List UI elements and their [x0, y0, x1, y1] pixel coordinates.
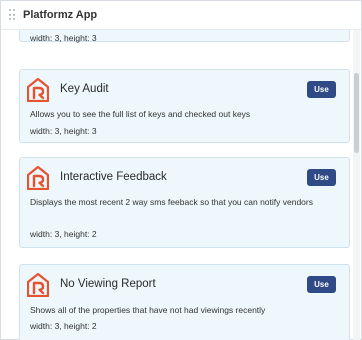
widget-description: Allows you to see the full list of keys …: [30, 109, 251, 119]
widget-card-interactive-feedback: Interactive Feedback Use Displays the mo…: [19, 157, 350, 248]
platformz-logo-icon: [27, 166, 49, 190]
widget-size: width: 3, height: 3: [30, 126, 97, 136]
widget-card-key-audit: Key Audit Use Allows you to see the full…: [19, 69, 350, 143]
widget-description: Displays the most recent 2 way sms feeba…: [30, 197, 313, 207]
widget-name: No Viewing Report: [60, 278, 156, 290]
widget-name: Interactive Feedback: [60, 171, 167, 183]
scrollbar-thumb[interactable]: [354, 73, 359, 153]
widget-list[interactable]: width: 3, height: 3 Key Audit Use Allows…: [1, 30, 353, 340]
widget-name: Key Audit: [60, 83, 109, 95]
platformz-logo-icon: [27, 273, 49, 297]
widget-size: width: 3, height: 2: [30, 321, 97, 331]
widget-card: width: 3, height: 3: [19, 30, 350, 43]
use-button[interactable]: Use: [307, 169, 336, 186]
widget-library-panel: Platformz App width: 3, height: 3 Key Au…: [0, 0, 362, 340]
panel-title: Platformz App: [23, 9, 98, 21]
use-button[interactable]: Use: [307, 276, 336, 293]
use-button[interactable]: Use: [307, 81, 336, 98]
widget-card-no-viewing-report: No Viewing Report Use Shows all of the p…: [19, 264, 350, 340]
panel-header: Platformz App: [1, 1, 361, 30]
drag-handle-icon[interactable]: [9, 9, 17, 21]
widget-description: Shows all of the properties that have no…: [30, 305, 266, 315]
widget-size: width: 3, height: 2: [30, 229, 97, 239]
widget-size: width: 3, height: 3: [30, 33, 97, 43]
platformz-logo-icon: [27, 78, 49, 102]
